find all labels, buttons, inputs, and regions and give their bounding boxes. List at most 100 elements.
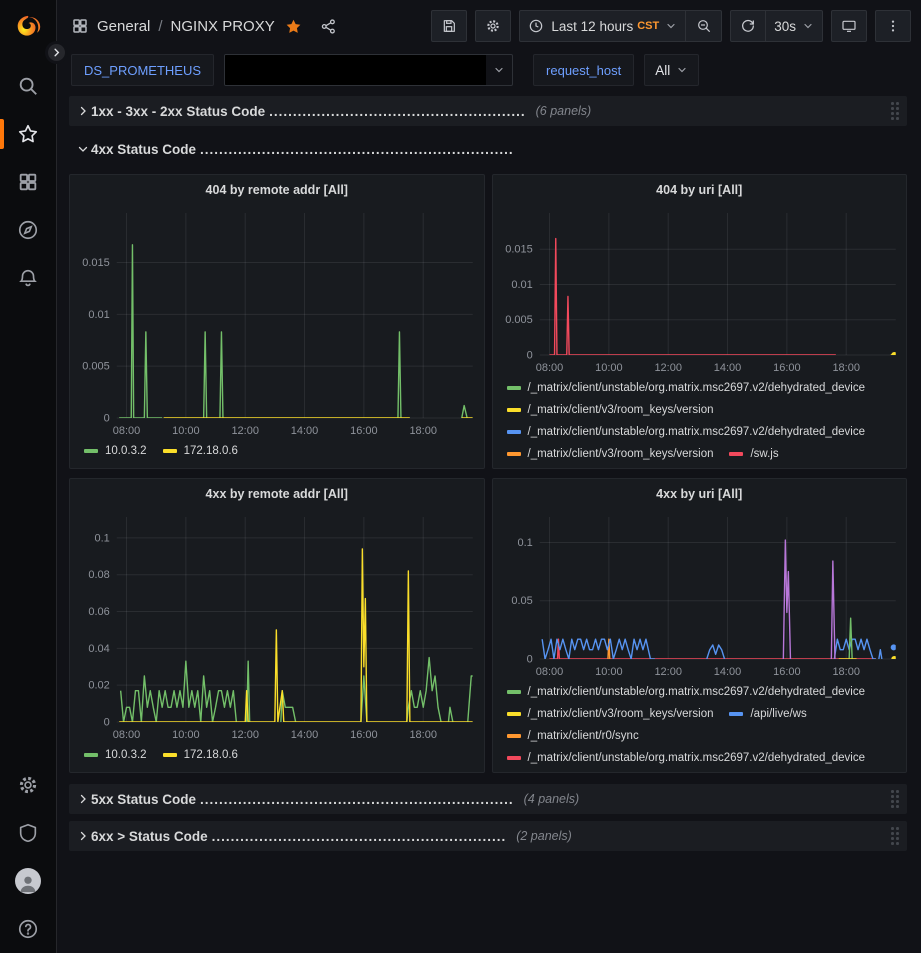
svg-text:0.015: 0.015 (505, 244, 533, 256)
zoom-out-button[interactable] (686, 10, 722, 42)
dashboard-settings-button[interactable] (475, 10, 511, 42)
row-5xx[interactable]: 5xx Status Code ........................… (69, 784, 907, 814)
chart-area[interactable]: 08:0010:0012:0014:0016:0018:0000.050.1 (493, 509, 907, 681)
legend-swatch (507, 430, 521, 434)
refresh-interval-label: 30s (774, 19, 796, 34)
share-icon[interactable] (320, 18, 337, 35)
legend-swatch (84, 753, 98, 757)
user-avatar[interactable] (0, 857, 57, 905)
legend-item[interactable]: /api/live/ws (729, 705, 806, 723)
chart-area[interactable]: 08:0010:0012:0014:0016:0018:0000.020.040… (70, 509, 484, 744)
legend-item[interactable]: /_matrix/client/v3/room_keys/version (507, 401, 714, 419)
breadcrumb-section[interactable]: General (97, 18, 150, 35)
chevron-down-icon (75, 143, 91, 155)
sidebar-item-starred[interactable] (0, 110, 57, 158)
dashboards-grid-icon[interactable] (71, 17, 89, 35)
row-4xx[interactable]: 4xx Status Code ........................… (69, 134, 907, 164)
legend-label: 172.18.0.6 (184, 445, 238, 457)
legend-item[interactable]: /sw.js (729, 445, 778, 463)
panel-title[interactable]: 4xx by uri [All] (493, 479, 907, 509)
legend-item[interactable]: /_matrix/client/unstable/org.matrix.msc2… (507, 683, 866, 701)
refresh-button[interactable] (730, 10, 766, 42)
legend-label: /_matrix/client/unstable/org.matrix.msc2… (528, 426, 866, 438)
help-icon[interactable] (0, 905, 57, 953)
legend-label: /_matrix/client/v3/room_keys/version (528, 708, 714, 720)
legend-swatch (507, 756, 521, 760)
row-title: 1xx - 3xx - 2xx Status Code (91, 104, 265, 119)
refresh-interval-picker[interactable]: 30s (766, 10, 823, 42)
row-1xx-3xx-2xx[interactable]: 1xx - 3xx - 2xx Status Code ............… (69, 96, 907, 126)
legend-swatch (729, 712, 743, 716)
row-6xx[interactable]: 6xx > Status Code ......................… (69, 821, 907, 851)
legend-swatch (507, 452, 521, 456)
row-dots: ........................................… (269, 104, 526, 119)
legend-label: 10.0.3.2 (105, 445, 147, 457)
sidebar-item-alerting[interactable] (0, 254, 57, 302)
legend-item[interactable]: /_matrix/client/unstable/org.matrix.msc2… (507, 423, 866, 441)
row-drag-handle[interactable] (891, 790, 899, 808)
chevron-down-icon (802, 20, 814, 32)
svg-text:18:00: 18:00 (832, 362, 860, 374)
favorite-star-icon[interactable] (285, 18, 302, 35)
svg-text:0.04: 0.04 (88, 643, 109, 655)
legend-swatch (163, 449, 177, 453)
timezone-label: CST (637, 20, 659, 32)
legend-item[interactable]: /_matrix/client/v3/room_keys/version (507, 705, 714, 723)
svg-text:0.06: 0.06 (88, 606, 109, 618)
legend-label: /_matrix/client/unstable/org.matrix.msc2… (528, 686, 866, 698)
time-picker-group: Last 12 hours CST (519, 10, 722, 42)
grafana-logo-icon[interactable] (13, 14, 43, 44)
svg-text:16:00: 16:00 (350, 729, 378, 741)
dashboard-title[interactable]: NGINX PROXY (171, 18, 275, 35)
legend-item[interactable]: 172.18.0.6 (163, 746, 238, 764)
legend-item[interactable]: /_matrix/client/unstable/org.matrix.msc2… (507, 749, 866, 767)
sidebar-item-explore[interactable] (0, 206, 57, 254)
chart-area[interactable]: 08:0010:0012:0014:0016:0018:0000.0050.01… (70, 205, 484, 440)
chevron-right-icon (75, 105, 91, 117)
variable-request-host-label[interactable]: request_host (533, 54, 634, 86)
svg-text:14:00: 14:00 (291, 425, 319, 437)
settings-gear-icon[interactable] (0, 761, 57, 809)
tv-mode-button[interactable] (831, 10, 867, 42)
variable-ds-prometheus-select[interactable] (224, 54, 513, 86)
avatar-circle (15, 868, 41, 894)
legend-item[interactable]: 172.18.0.6 (163, 442, 238, 460)
row-title: 4xx Status Code (91, 142, 196, 157)
panel-title[interactable]: 404 by remote addr [All] (70, 175, 484, 205)
row-panel-count: (6 panels) (536, 104, 592, 118)
variable-ds-prometheus-label[interactable]: DS_PROMETHEUS (71, 54, 214, 86)
grafana-app: General / NGINX PROXY (0, 0, 921, 953)
variable-request-host-select[interactable]: All (644, 54, 699, 86)
svg-text:08:00: 08:00 (535, 362, 563, 374)
time-range-picker[interactable]: Last 12 hours CST (519, 10, 686, 42)
chevron-right-icon (75, 830, 91, 842)
panel-legend: /_matrix/client/unstable/org.matrix.msc2… (493, 681, 907, 767)
kebab-menu-button[interactable] (875, 10, 911, 42)
legend-label: 10.0.3.2 (105, 749, 147, 761)
svg-text:0.005: 0.005 (82, 361, 110, 373)
save-dashboard-button[interactable] (431, 10, 467, 42)
panel-title[interactable]: 404 by uri [All] (493, 175, 907, 205)
legend-item[interactable]: 10.0.3.2 (84, 442, 147, 460)
svg-text:16:00: 16:00 (773, 362, 801, 374)
sidebar-expand-button[interactable] (45, 41, 68, 64)
svg-text:08:00: 08:00 (535, 666, 563, 678)
row-drag-handle[interactable] (891, 827, 899, 845)
sidebar-item-dashboards[interactable] (0, 158, 57, 206)
legend-label: /_matrix/client/unstable/org.matrix.msc2… (528, 382, 866, 394)
chevron-down-icon (486, 64, 512, 76)
chart-area[interactable]: 08:0010:0012:0014:0016:0018:0000.0050.01… (493, 205, 907, 377)
shield-admin-icon[interactable] (0, 809, 57, 857)
legend-swatch (729, 452, 743, 456)
breadcrumb: General / NGINX PROXY (71, 17, 337, 35)
panel-2: 4xx by remote addr [All]08:0010:0012:001… (69, 478, 485, 773)
legend-item[interactable]: /_matrix/client/r0/sync (507, 727, 639, 745)
legend-item[interactable]: /_matrix/client/v3/room_keys/version (507, 445, 714, 463)
svg-text:12:00: 12:00 (654, 362, 682, 374)
panel-title[interactable]: 4xx by remote addr [All] (70, 479, 484, 509)
legend-item[interactable]: /_matrix/client/unstable/org.matrix.msc2… (507, 379, 866, 397)
legend-label: 172.18.0.6 (184, 749, 238, 761)
legend-item[interactable]: 10.0.3.2 (84, 746, 147, 764)
search-icon[interactable] (0, 62, 57, 110)
row-drag-handle[interactable] (891, 102, 899, 120)
